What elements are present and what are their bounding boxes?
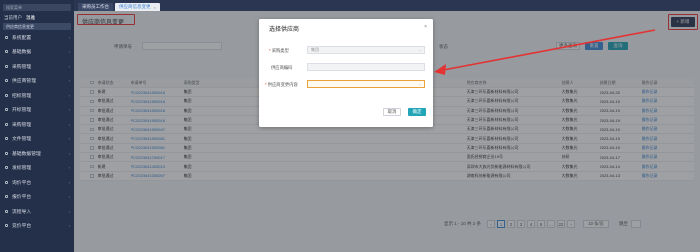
- menu-icon: [5, 64, 8, 68]
- sidebar-item[interactable]: 询价平台 ›: [0, 175, 74, 190]
- sidebar-item[interactable]: 采购管理 ›: [0, 117, 74, 132]
- current-user: 当前用户 温雅: [0, 13, 74, 23]
- sidebar-item[interactable]: 开标管理 ›: [0, 103, 74, 118]
- sidebar: 搜索菜单 当前用户 温雅 供应商信息变更 系统配置 › 基础数据 › 采购管理 › 供应商管…: [0, 0, 74, 252]
- sidebar-item[interactable]: 系统配置 ›: [0, 30, 74, 45]
- menu-icon: [5, 137, 8, 141]
- tab-home[interactable]: 采购员工作台: [78, 3, 113, 11]
- chevron-right-icon: ›: [68, 121, 70, 127]
- close-icon[interactable]: ×: [424, 24, 427, 30]
- sidebar-item-label: 招标管理: [12, 93, 32, 99]
- chevron-right-icon: ›: [68, 223, 70, 229]
- menu-icon: [5, 209, 8, 213]
- confirm-button[interactable]: 确定: [408, 108, 426, 116]
- sidebar-item-label: 基础数据管理: [12, 151, 41, 157]
- sidebar-item-label: 发标管理: [12, 166, 32, 172]
- chevron-right-icon: ›: [68, 179, 70, 185]
- menu-icon: [5, 35, 8, 39]
- chevron-right-icon: ›: [68, 49, 70, 55]
- field-label-type: *采购类型: [269, 48, 289, 53]
- field-label-change-text: 供应商变更内容: [267, 82, 298, 87]
- change-content-select[interactable]: ⌄: [307, 80, 425, 88]
- menu-icon: [5, 93, 8, 97]
- sidebar-item-label: 竞价平台: [12, 224, 32, 230]
- chevron-down-icon: ⌄: [418, 82, 421, 86]
- dialog-title: 选择供应商: [269, 27, 300, 33]
- chevron-right-icon: ›: [68, 136, 70, 142]
- chevron-right-icon: ›: [68, 63, 70, 69]
- tab-home-label: 采购员工作台: [82, 4, 109, 9]
- tab-current[interactable]: 供应商信息变更 ×: [115, 3, 160, 11]
- sidebar-item[interactable]: 流程导入 ›: [0, 204, 74, 219]
- sidebar-item-label: 采购管理: [12, 64, 32, 70]
- menu-icon: [5, 79, 8, 83]
- sidebar-item-label: 询价平台: [12, 180, 32, 186]
- menu-search-input[interactable]: 搜索菜单: [3, 4, 71, 11]
- sidebar-item-label: 文件管理: [12, 137, 32, 143]
- sidebar-item-label: 基础数据: [12, 50, 32, 56]
- sidebar-item[interactable]: 基础数据管理 ›: [0, 146, 74, 161]
- select-supplier-dialog: 选择供应商 × *采购类型 集团 ⌄ 供应商编码 *供应商变更内容 ⌄ 取消 确定: [259, 19, 433, 127]
- sidebar-item-label: 供应商管理: [12, 79, 36, 85]
- menu-icon: [5, 50, 8, 54]
- menu-icon: [5, 224, 8, 228]
- menu-icon: [5, 195, 8, 199]
- field-label-code-text: 供应商编码: [271, 65, 293, 70]
- sidebar-item[interactable]: 采购管理 ›: [0, 59, 74, 74]
- menu-icon: [5, 122, 8, 126]
- user-name: 温雅: [26, 15, 35, 20]
- sidebar-active-submenu[interactable]: 供应商信息变更: [3, 23, 71, 30]
- sidebar-item[interactable]: 发标管理 ›: [0, 161, 74, 176]
- sidebar-item-label: 采购管理: [12, 122, 32, 128]
- chevron-right-icon: ›: [68, 194, 70, 200]
- sidebar-menu: 系统配置 › 基础数据 › 采购管理 › 供应商管理 › 招标管理 › 开标管理 › 采购管理 › 文件管理…: [0, 30, 74, 233]
- menu-icon: [5, 151, 8, 155]
- tab-bar: 采购员工作台 供应商信息变更 ×: [74, 0, 700, 11]
- close-icon[interactable]: ×: [154, 5, 156, 10]
- chevron-right-icon: ›: [68, 34, 70, 40]
- purchase-type-select[interactable]: 集团 ⌄: [307, 46, 425, 54]
- sidebar-item-label: 系统配置: [12, 35, 32, 41]
- tab-current-label: 供应商信息变更: [119, 4, 151, 9]
- menu-icon: [5, 180, 8, 184]
- chevron-down-icon: ⌄: [418, 48, 421, 52]
- menu-icon: [5, 108, 8, 112]
- chevron-right-icon: ›: [68, 208, 70, 214]
- supplier-code-input[interactable]: [307, 63, 425, 71]
- sidebar-item[interactable]: 文件管理 ›: [0, 132, 74, 147]
- field-label-change: *供应商变更内容: [265, 82, 298, 87]
- menu-icon: [5, 166, 8, 170]
- sidebar-item[interactable]: 供应商管理 ›: [0, 74, 74, 89]
- chevron-right-icon: ›: [68, 165, 70, 171]
- user-label: 当前用户: [4, 15, 22, 20]
- sidebar-item-label: 报价平台: [12, 195, 32, 201]
- sidebar-item[interactable]: 报价平台 ›: [0, 190, 74, 205]
- chevron-right-icon: ›: [68, 150, 70, 156]
- chevron-right-icon: ›: [68, 92, 70, 98]
- sidebar-item-label: 开标管理: [12, 108, 32, 114]
- sidebar-item[interactable]: 竞价平台 ›: [0, 219, 74, 234]
- cancel-button[interactable]: 取消: [383, 108, 401, 116]
- sidebar-item[interactable]: 招标管理 ›: [0, 88, 74, 103]
- field-label-code: 供应商编码: [271, 65, 292, 71]
- sidebar-item-label: 流程导入: [12, 209, 32, 215]
- chevron-right-icon: ›: [68, 107, 70, 113]
- purchase-type-value: 集团: [311, 47, 319, 52]
- sidebar-item[interactable]: 基础数据 ›: [0, 45, 74, 60]
- field-label-type-text: 采购类型: [271, 48, 289, 53]
- chevron-right-icon: ›: [68, 78, 70, 84]
